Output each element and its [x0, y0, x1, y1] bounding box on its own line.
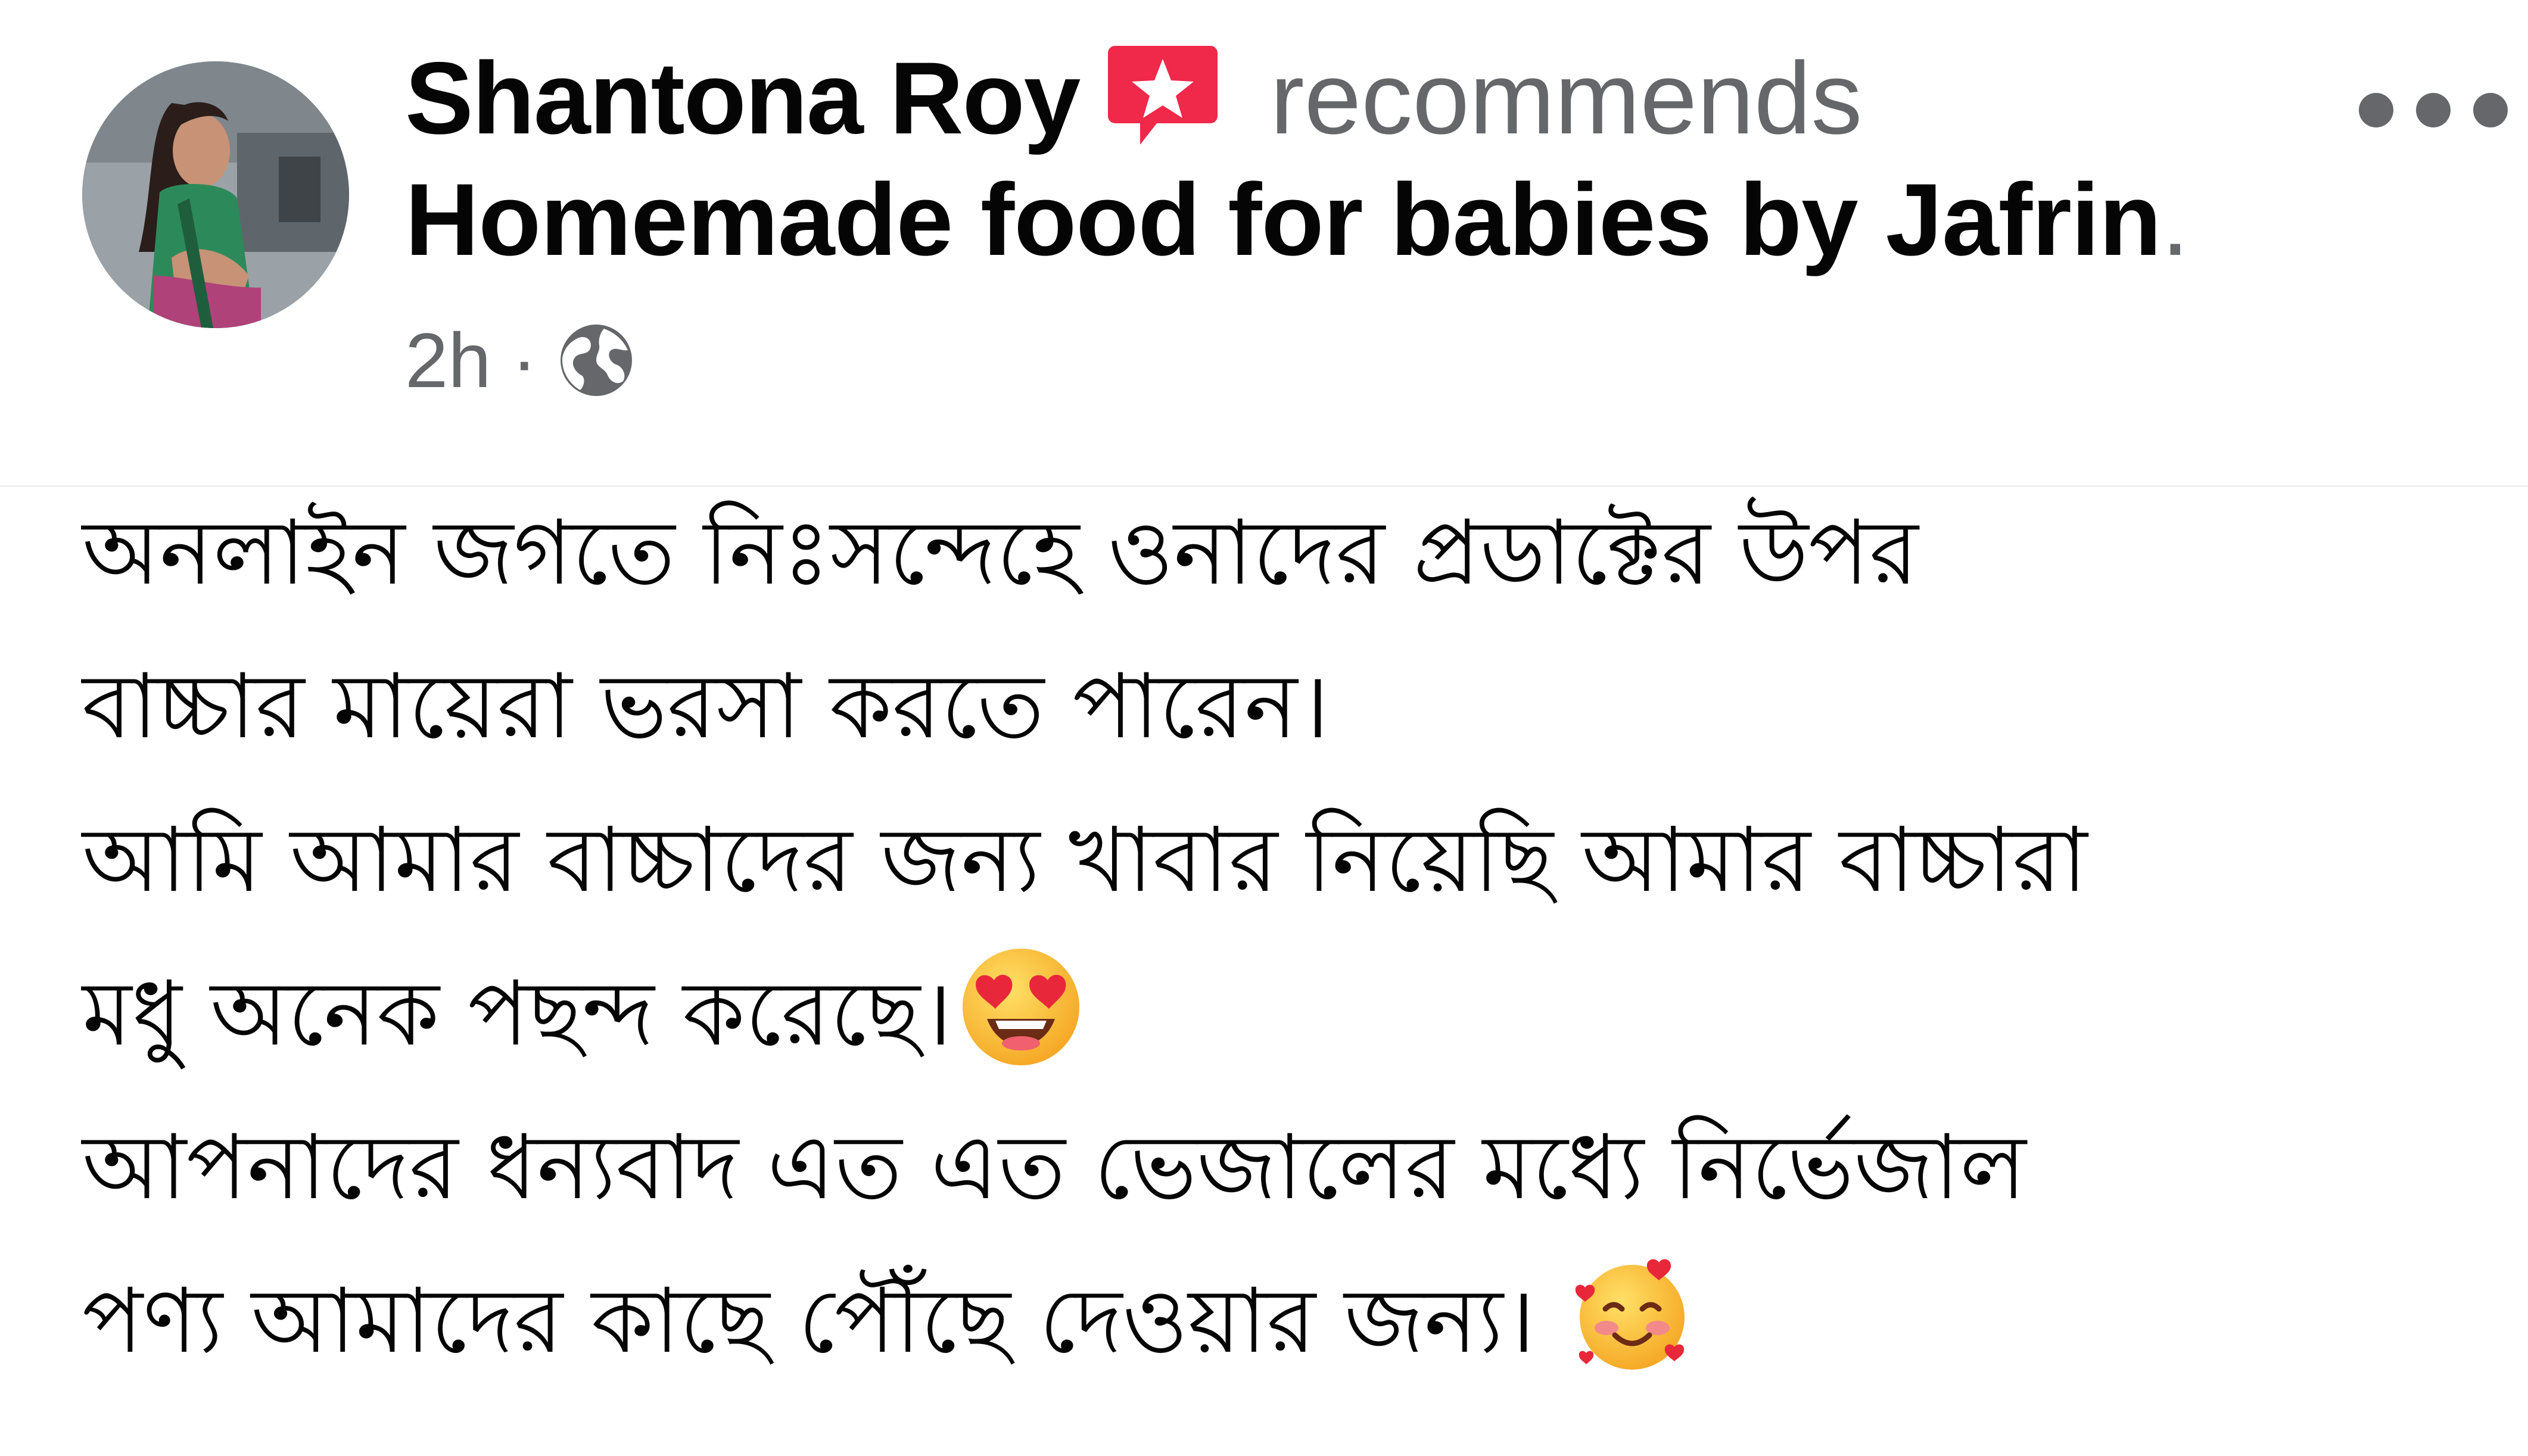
globe-icon[interactable]	[558, 322, 635, 399]
smiling-face-with-hearts-emoji	[1570, 1252, 1695, 1377]
recommends-text: recommends	[1270, 41, 1863, 155]
timestamp[interactable]: 2h	[405, 316, 491, 405]
post-body: অনলাইন জগতে নিঃসন্দেহে ওনাদের প্রডাক্টের…	[82, 476, 2501, 1405]
recommend-star-icon	[1103, 34, 1222, 153]
more-dot	[2416, 93, 2451, 127]
post-header: Shantona Roy recommends Homemade food fo…	[0, 0, 2528, 487]
author-line: Shantona Roy recommends	[405, 36, 1862, 161]
author-name[interactable]: Shantona Roy	[405, 39, 1081, 157]
post-text-line: বাচ্চার মায়েরা ভরসা করতে পারেন।	[82, 655, 1330, 759]
more-dot	[2359, 93, 2393, 127]
avatar-photo	[82, 61, 349, 328]
post-text-line-with-emoji: পণ্য আমাদের কাছে পৌঁছে দেওয়ার জন্য।	[82, 1245, 2501, 1398]
post-text-line: পণ্য আমাদের কাছে পৌঁছে দেওয়ার জন্য।	[82, 1270, 1536, 1373]
avatar[interactable]	[82, 61, 349, 328]
post-text-line: অনলাইন জগতে নিঃসন্দেহে ওনাদের প্রডাক্টের…	[82, 501, 1919, 605]
post-text-line: মধু অনেক পছন্দ করেছে।	[82, 962, 952, 1066]
page-name-link[interactable]: Homemade food for babies by Jafrin.	[405, 161, 2190, 279]
post-text-line: আমি আমার বাচ্চাদের জন্য খাবার নিয়েছি আম…	[82, 809, 2088, 912]
meta-separator: ·	[511, 317, 537, 404]
post-text-line-with-emoji: মধু অনেক পছন্দ করেছে।	[82, 937, 2501, 1091]
page-name-suffix: .	[2160, 163, 2190, 277]
page-name[interactable]: Homemade food for babies by Jafrin	[405, 163, 2162, 277]
post-meta: 2h ·	[405, 316, 635, 405]
heart-eyes-emoji	[958, 944, 1084, 1070]
more-options-icon[interactable]	[2359, 77, 2508, 143]
more-dot	[2473, 93, 2508, 127]
post-text-line: আপনাদের ধন্যবাদ এত এত ভেজালের মধ্যে নির্…	[82, 1116, 2026, 1220]
